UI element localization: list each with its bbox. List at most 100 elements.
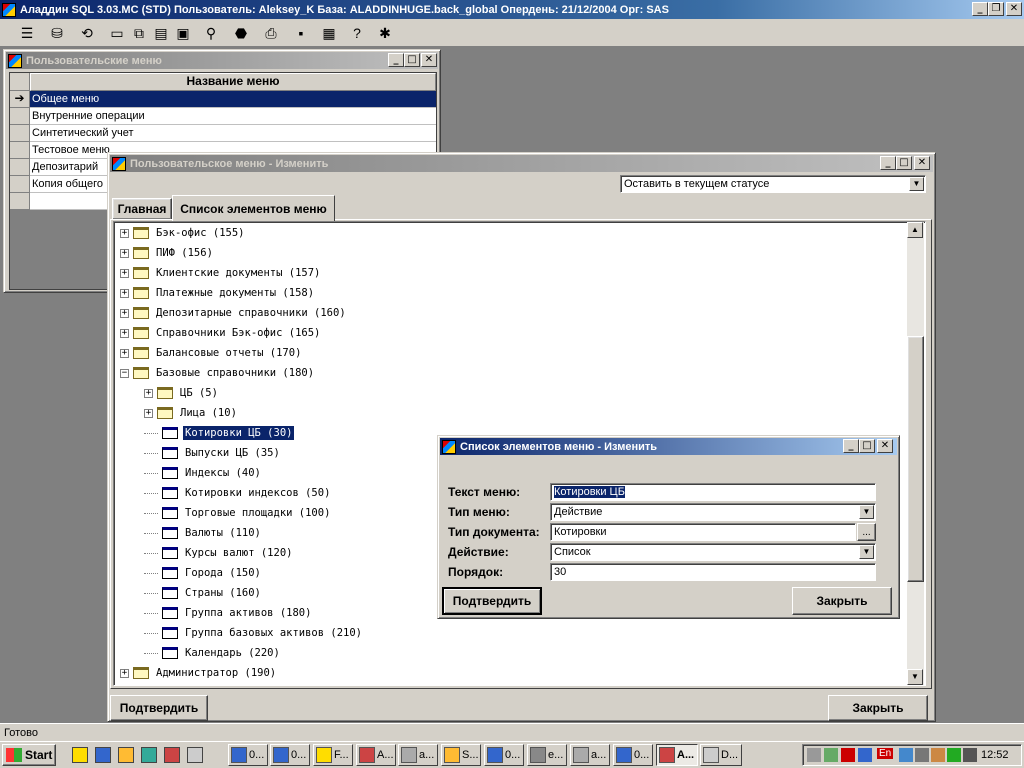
row-indicator[interactable] xyxy=(10,142,30,159)
save-icon[interactable]: ▪ xyxy=(290,22,312,44)
order-input[interactable]: 30 xyxy=(550,563,876,581)
chevron-down-icon[interactable]: ▼ xyxy=(859,545,874,559)
user-menus-close-button[interactable]: ✕ xyxy=(421,53,437,67)
list-icon[interactable]: ☰ xyxy=(16,22,38,44)
tab-menu-items[interactable]: Список элементов меню xyxy=(172,195,335,221)
app-titlebar[interactable]: Аладдин SQL 3.03.MC (STD) Пользователь: … xyxy=(0,0,1024,19)
action-select[interactable]: Список ▼ xyxy=(550,543,876,561)
tool-icon[interactable] xyxy=(931,748,945,762)
notepad-icon[interactable] xyxy=(187,747,203,763)
status-select[interactable]: Оставить в текущем статусе ▼ xyxy=(620,175,926,193)
item-dialog-close-button[interactable]: ✕ xyxy=(877,439,893,453)
tree-item[interactable]: + ПИФ (156) xyxy=(120,243,215,263)
table-cell[interactable]: Синтетический учет xyxy=(30,125,436,142)
gear-icon[interactable] xyxy=(963,748,977,762)
network-icon[interactable] xyxy=(824,748,838,762)
language-indicator[interactable]: En xyxy=(877,748,894,759)
edit-menu-titlebar[interactable]: Пользовательское меню - Изменить xyxy=(110,155,933,172)
taskbar-button[interactable]: S... xyxy=(441,744,481,766)
table-row[interactable]: Синтетический учет xyxy=(10,125,436,142)
edit-menu-close-button-bottom[interactable]: Закрыть xyxy=(828,695,928,721)
edit-menu-minimize-button[interactable]: _ xyxy=(880,156,896,170)
cross-icon[interactable] xyxy=(915,748,929,762)
restore-icon[interactable]: ▣ xyxy=(172,22,194,44)
taskbar-button[interactable]: F... xyxy=(313,744,353,766)
cascade-icon[interactable]: ⧉ xyxy=(128,22,150,44)
tree-item[interactable]: Группа базовых активов (210) xyxy=(144,623,364,643)
table-row[interactable]: Внутренние операции xyxy=(10,108,436,125)
taskbar-button[interactable]: 0... xyxy=(484,744,524,766)
expand-icon[interactable]: + xyxy=(120,328,129,338)
expand-icon[interactable]: + xyxy=(120,268,129,278)
expand-icon[interactable]: + xyxy=(120,228,129,238)
taskbar-button[interactable]: e... xyxy=(527,744,567,766)
current-row-arrow-icon[interactable]: ➔ xyxy=(10,91,30,108)
tree-item[interactable]: − Базовые справочники (180) xyxy=(120,363,316,383)
scroll-up-button[interactable]: ▲ xyxy=(907,222,923,238)
row-indicator[interactable] xyxy=(10,125,30,142)
expand-icon[interactable]: + xyxy=(144,408,153,418)
expand-icon[interactable]: + xyxy=(120,308,129,318)
tree-item[interactable]: + Администратор (190) xyxy=(120,663,278,683)
tree-item[interactable]: + Депозитарные справочники (160) xyxy=(120,303,348,323)
taskbar-button[interactable]: 0... xyxy=(613,744,653,766)
tool-icon[interactable]: ✱ xyxy=(374,22,396,44)
expand-icon[interactable]: + xyxy=(120,668,129,678)
binoculars-icon[interactable]: ⚲ xyxy=(200,22,222,44)
taskbar-button[interactable]: 0... xyxy=(270,744,310,766)
collapse-icon[interactable]: − xyxy=(120,368,129,378)
item-close-button[interactable]: Закрыть xyxy=(792,587,892,615)
chevron-down-icon[interactable]: ▼ xyxy=(859,505,874,519)
tree-item[interactable]: Торговые площадки (100) xyxy=(144,503,332,523)
media-icon[interactable] xyxy=(141,747,157,763)
item-dialog-titlebar[interactable]: Список элементов меню - Изменить xyxy=(440,438,897,455)
tab-main[interactable]: Главная xyxy=(112,198,172,219)
row-indicator[interactable] xyxy=(10,193,30,210)
scroll-thumb[interactable] xyxy=(907,336,924,582)
shield-icon[interactable] xyxy=(947,748,961,762)
tree-item[interactable]: + Клиентские документы (157) xyxy=(120,263,322,283)
tree-item[interactable]: Города (150) xyxy=(144,563,263,583)
app-minimize-button[interactable]: _ xyxy=(972,2,988,16)
app-restore-button[interactable]: ❐ xyxy=(988,2,1004,16)
taskbar-button[interactable]: A... xyxy=(656,744,698,766)
speaker-icon[interactable] xyxy=(807,748,821,762)
row-indicator[interactable] xyxy=(10,176,30,193)
item-confirm-button[interactable]: Подтвердить xyxy=(442,587,542,615)
user-menus-titlebar[interactable]: Пользовательские меню xyxy=(6,52,438,69)
tree-item[interactable]: Валюты (110) xyxy=(144,523,263,543)
scroll-down-button[interactable]: ▼ xyxy=(907,669,923,685)
table-row[interactable]: ➔ Общее меню xyxy=(10,91,436,108)
tree-item[interactable]: Котировки ЦБ (30) xyxy=(144,423,296,443)
tree-item[interactable]: + Лица (10) xyxy=(144,403,239,423)
expand-icon[interactable]: + xyxy=(120,288,129,298)
tree-item[interactable]: Страны (160) xyxy=(144,583,263,603)
type-select[interactable]: Действие ▼ xyxy=(550,503,876,521)
tree-item[interactable]: Индексы (40) xyxy=(144,463,263,483)
calculator-icon[interactable]: ▦ xyxy=(318,22,340,44)
user-menus-grid-header[interactable]: Название меню xyxy=(30,73,436,91)
help-icon[interactable]: ? xyxy=(346,22,368,44)
row-indicator[interactable] xyxy=(10,108,30,125)
expand-icon[interactable]: + xyxy=(120,348,129,358)
expand-icon[interactable]: + xyxy=(144,388,153,398)
table-cell[interactable]: Внутренние операции xyxy=(30,108,436,125)
browse-button[interactable]: ... xyxy=(857,523,876,541)
taskbar-button[interactable]: a... xyxy=(570,744,610,766)
database-icon[interactable]: ⛁ xyxy=(46,22,68,44)
input-icon[interactable] xyxy=(899,748,913,762)
tile-icon[interactable]: ▤ xyxy=(150,22,172,44)
ie-icon[interactable] xyxy=(95,747,111,763)
tree-item[interactable]: Группа активов (180) xyxy=(144,603,313,623)
user-menus-maximize-button[interactable]: □ xyxy=(404,53,420,67)
taskbar-button[interactable]: a... xyxy=(398,744,438,766)
refresh-icon[interactable]: ⟲ xyxy=(76,22,98,44)
table-cell[interactable]: Общее меню xyxy=(30,91,436,108)
tree-item[interactable]: + ЦБ (5) xyxy=(144,383,220,403)
tree-item[interactable]: + Справочники Бэк-офис (165) xyxy=(120,323,322,343)
folder-icon[interactable] xyxy=(72,747,88,763)
edit-menu-maximize-button[interactable]: □ xyxy=(896,156,912,170)
tree-item[interactable]: + Платежные документы (158) xyxy=(120,283,316,303)
display-icon[interactable] xyxy=(858,748,872,762)
stop-icon[interactable]: ⬣ xyxy=(230,22,252,44)
